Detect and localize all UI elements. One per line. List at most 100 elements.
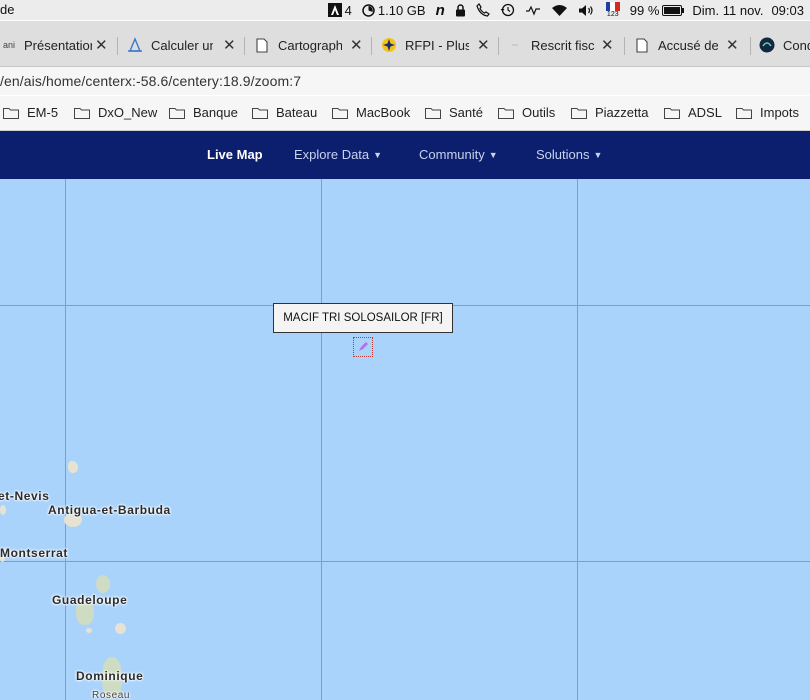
memory-menu-item[interactable]: 1.10 GB <box>362 3 426 18</box>
site-navigation: Live Map Explore Data ▼ Community ▼ Soluti… <box>0 131 810 179</box>
app-menu-fragment[interactable]: de <box>0 2 14 17</box>
bookmark-folder[interactable]: Santé <box>425 105 483 120</box>
island-les-saintes <box>86 628 92 633</box>
adobe-count: 4 <box>344 2 352 18</box>
nav-label: Solutions <box>536 147 590 162</box>
place-label-guadeloupe: Guadeloupe <box>52 593 128 607</box>
bookmark-label: EM-5 <box>27 105 59 120</box>
folder-icon <box>252 107 268 119</box>
nav-explore-data[interactable]: Explore Data ▼ <box>294 147 382 162</box>
bookmark-label: Impots <box>760 105 800 120</box>
chevron-down-icon: ▼ <box>373 150 383 160</box>
document-icon <box>254 37 270 53</box>
place-label-antigua: Antigua-et-Barbuda <box>48 503 171 517</box>
tab-label: RFPI - Plus <box>405 37 469 53</box>
wifi-icon[interactable] <box>551 4 568 17</box>
input-source-code: 123 <box>606 11 619 18</box>
bookmarks-bar: EM-5 DxO_New Banque Bateau MacBook Santé… <box>0 96 810 131</box>
lock-icon[interactable] <box>455 3 466 17</box>
french-flag-icon <box>605 2 620 11</box>
bookmark-label: Santé <box>449 105 483 120</box>
island-guadeloupe-east <box>96 575 110 593</box>
bookmark-folder[interactable]: DxO_New <box>74 105 157 120</box>
tab-divider <box>244 37 245 55</box>
tab-rfpi[interactable]: RFPI - Plus ✕ <box>381 34 491 56</box>
nav-community[interactable]: Community ▼ <box>419 147 498 162</box>
clock-menu-item[interactable]: Dim. 11 nov. 09:03 <box>692 3 804 18</box>
folder-icon <box>498 107 514 119</box>
tab-label: Accusé de <box>658 37 718 53</box>
bookmark-folder[interactable]: MacBook <box>332 105 410 120</box>
bookmark-folder[interactable]: ADSL <box>664 105 722 120</box>
close-tab-icon[interactable]: ✕ <box>350 36 363 54</box>
bookmark-label: Banque <box>193 105 238 120</box>
close-tab-icon[interactable]: ✕ <box>601 36 614 54</box>
bookmark-folder[interactable]: EM-5 <box>3 105 58 120</box>
tab-cartographie[interactable]: Cartographie ✕ <box>254 34 364 56</box>
island-marie-galante <box>115 623 126 634</box>
close-tab-icon[interactable]: ✕ <box>95 36 108 54</box>
nav-solutions[interactable]: Solutions ▼ <box>536 147 602 162</box>
time-machine-icon[interactable] <box>500 3 515 17</box>
live-map-canvas[interactable]: et-Nevis Antigua-et-Barbuda Montserrat G… <box>0 179 810 700</box>
vessel-tooltip: MACIF TRI SOLOSAILOR [FR] <box>273 303 453 333</box>
map-grid-line <box>0 561 810 562</box>
memory-gauge-icon <box>362 3 375 17</box>
bookmark-label: DxO_New <box>98 105 158 120</box>
adobe-menu-item[interactable]: 4 <box>327 2 352 18</box>
tab-rescrit[interactable]: Rescrit fiscal ✕ <box>507 34 617 56</box>
place-label-dominique: Dominique <box>76 669 144 683</box>
island-nevis <box>0 505 6 515</box>
tab-divider <box>117 37 118 55</box>
tab-label: Cond <box>783 37 810 53</box>
bookmark-folder[interactable]: Impots <box>736 105 799 120</box>
bookmark-folder[interactable]: Piazzetta <box>571 105 648 120</box>
n-app-icon[interactable]: n <box>436 2 445 19</box>
wave-logo-icon <box>759 37 775 53</box>
place-label-roseau: Roseau <box>92 690 131 700</box>
bookmark-label: Bateau <box>276 105 318 120</box>
ani-logo-icon: ani <box>2 40 15 50</box>
lighthouse-icon <box>127 37 143 53</box>
chevron-down-icon: ▼ <box>488 150 498 160</box>
browser-tab-bar: ani Présentation ✕ Calculer un ✕ Cartogr… <box>0 21 810 67</box>
close-tab-icon[interactable]: ✕ <box>223 36 236 54</box>
input-source-flag[interactable]: 123 <box>605 2 620 18</box>
clock-time: 09:03 <box>771 2 804 18</box>
rfpi-logo-icon <box>381 37 397 53</box>
bookmark-label: Outils <box>522 105 556 120</box>
nav-live-map[interactable]: Live Map <box>207 147 263 162</box>
battery-percent: 99 % <box>629 2 660 18</box>
battery-menu-item[interactable]: 99 % <box>629 2 685 18</box>
french-flag-icon <box>507 38 523 52</box>
tab-presentation[interactable]: ani Présentation ✕ <box>0 34 110 56</box>
adobe-icon <box>327 3 342 17</box>
bookmark-folder[interactable]: Bateau <box>252 105 317 120</box>
close-tab-icon[interactable]: ✕ <box>477 36 490 54</box>
address-bar[interactable]: /en/ais/home/centerx:-58.6/centery:18.9/… <box>0 67 810 95</box>
vessel-marker[interactable] <box>353 337 373 357</box>
activity-icon[interactable] <box>525 4 541 16</box>
phone-icon[interactable] <box>476 3 490 17</box>
tab-cond[interactable]: Cond <box>759 34 810 56</box>
folder-icon <box>169 107 185 119</box>
tab-calculer[interactable]: Calculer un ✕ <box>127 34 237 56</box>
bookmark-label: ADSL <box>688 105 722 120</box>
place-label-montserrat: Montserrat <box>0 546 69 560</box>
tab-label: Rescrit fiscal <box>531 37 595 53</box>
map-grid-line <box>321 179 322 700</box>
memory-value: 1.10 GB <box>377 2 426 18</box>
nav-label: Explore Data <box>294 147 370 162</box>
tab-label: Présentation <box>24 37 92 53</box>
battery-icon <box>662 4 685 16</box>
close-tab-icon[interactable]: ✕ <box>726 36 739 54</box>
bookmark-folder[interactable]: Banque <box>169 105 238 120</box>
bookmark-folder[interactable]: Outils <box>498 105 555 120</box>
volume-icon[interactable] <box>578 4 596 17</box>
clock-date: Dim. 11 nov. <box>692 2 764 18</box>
url-text[interactable]: /en/ais/home/centerx:-58.6/centery:18.9/… <box>0 73 301 89</box>
folder-icon <box>425 107 441 119</box>
tab-accuse[interactable]: Accusé de ✕ <box>634 34 744 56</box>
folder-icon <box>3 107 19 119</box>
folder-icon <box>332 107 348 119</box>
